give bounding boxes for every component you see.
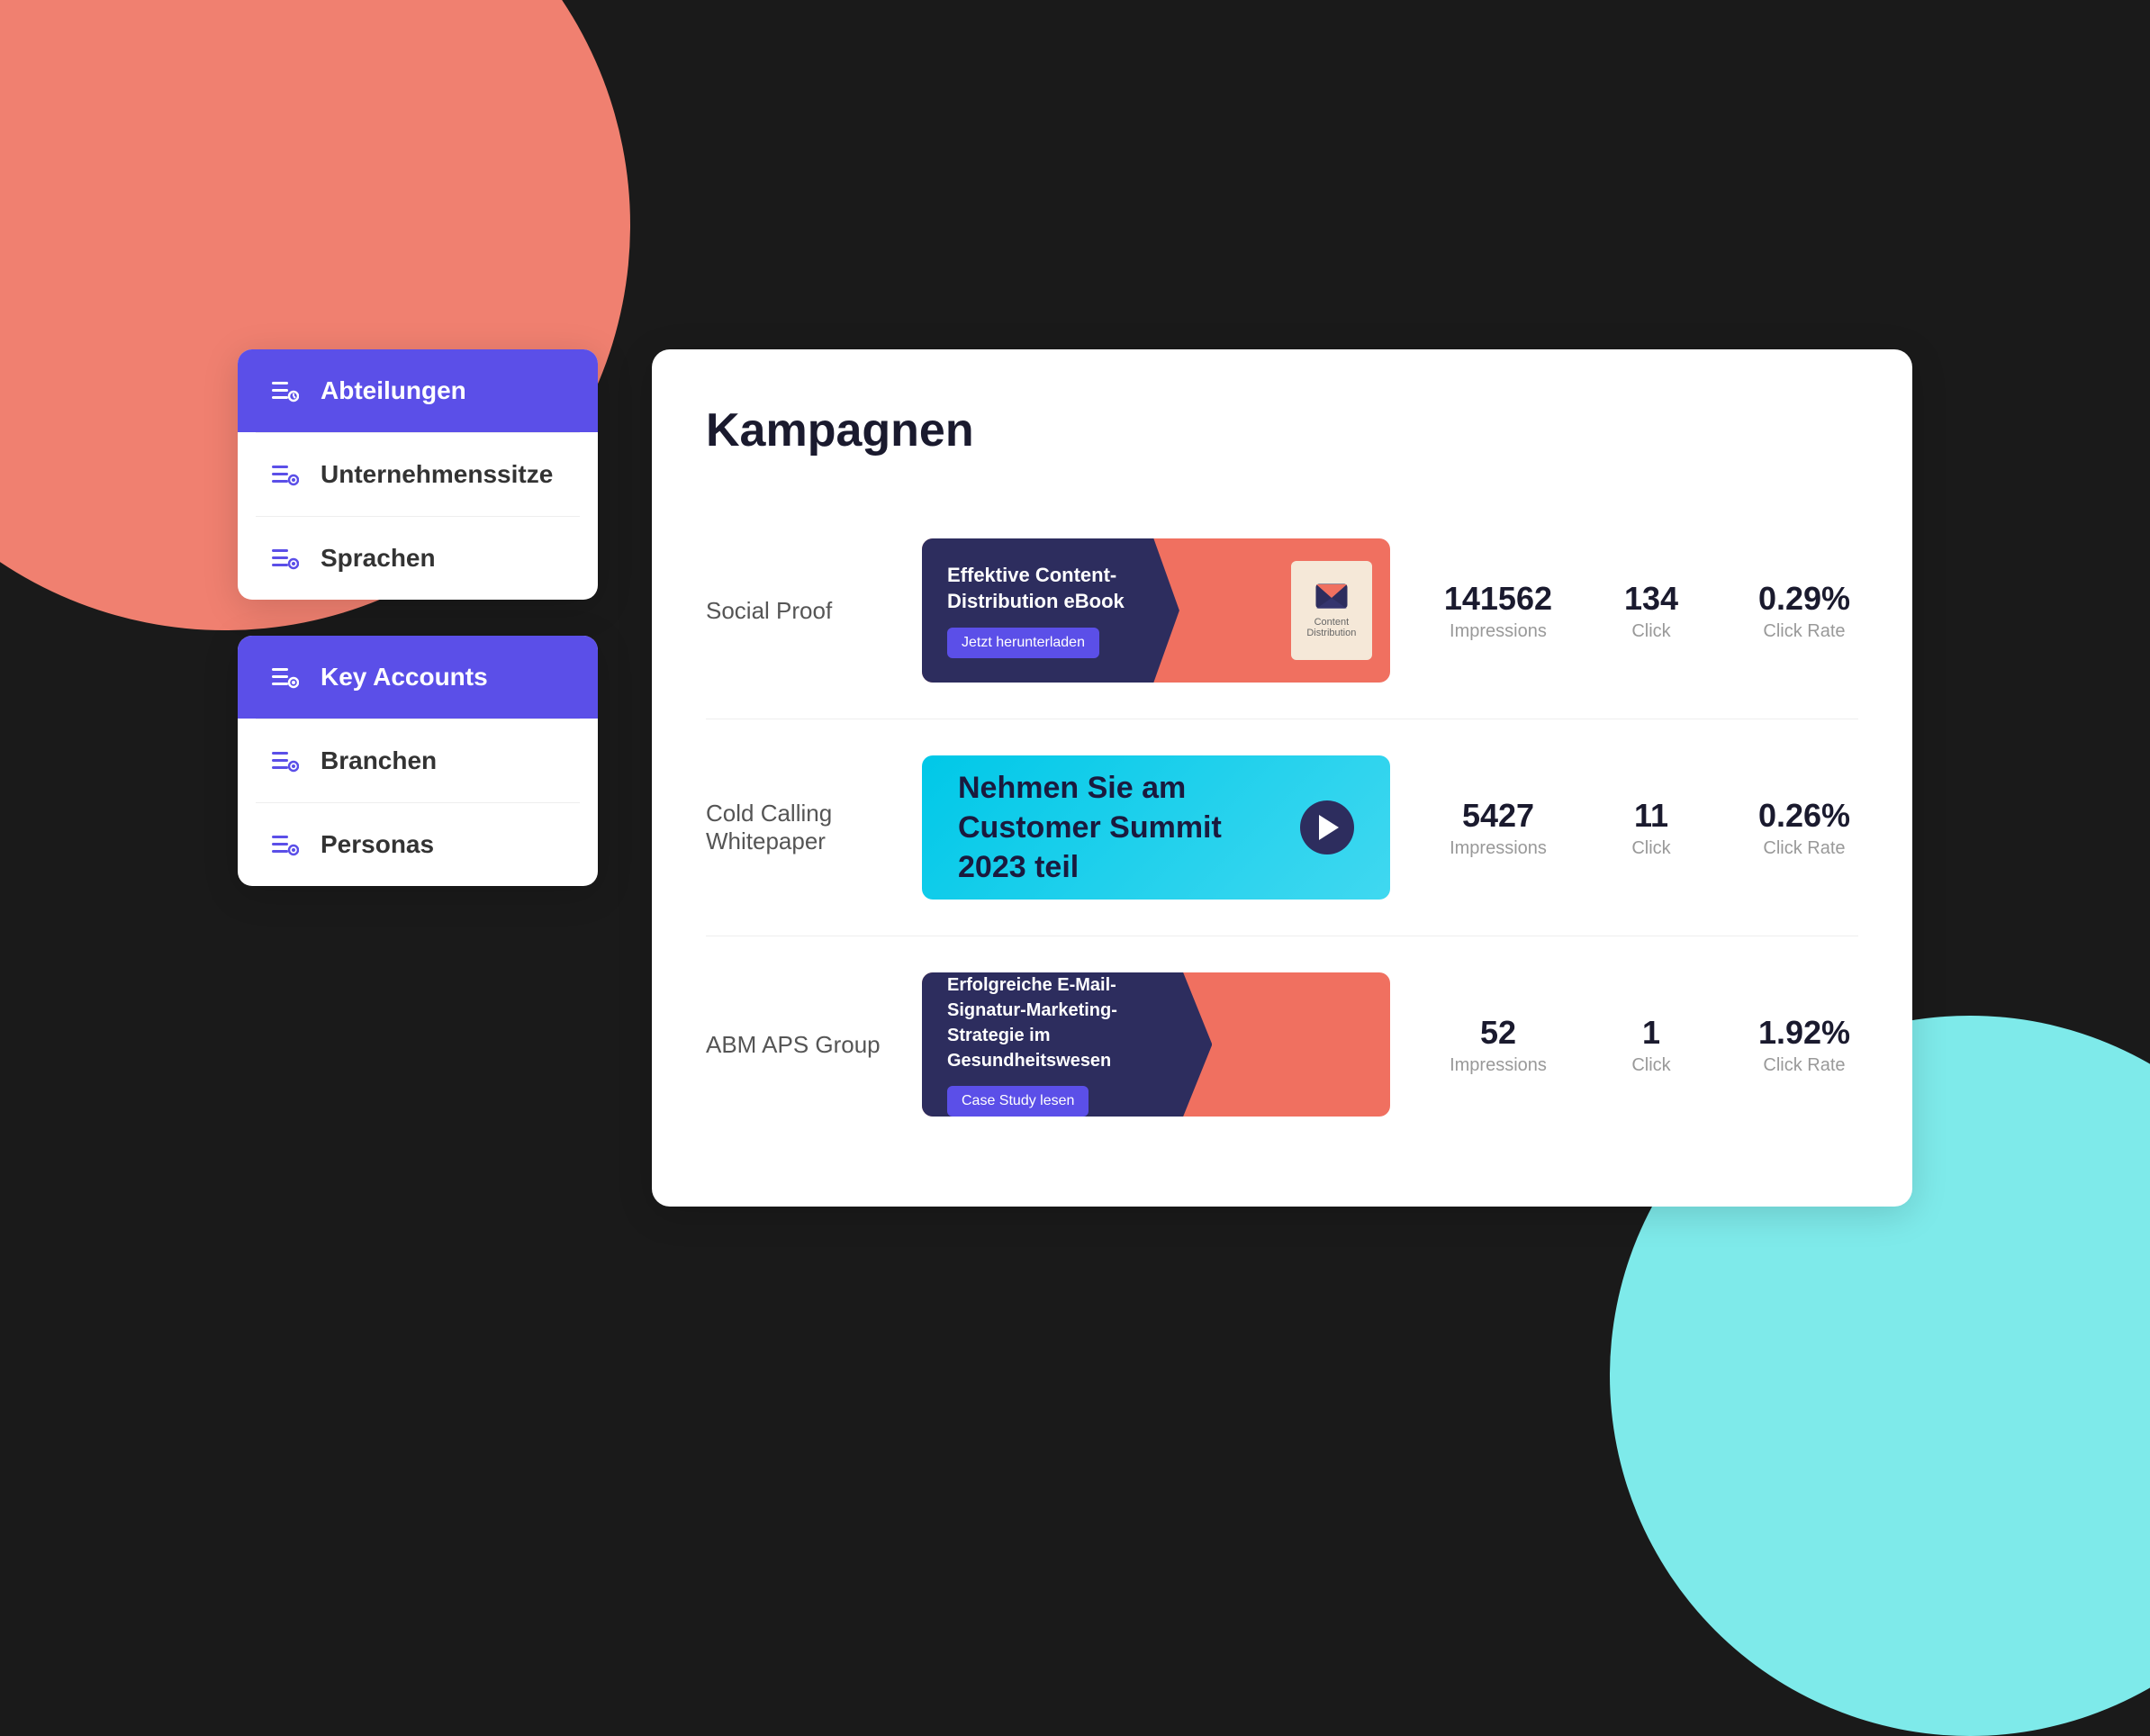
menu-icon-unternehmenssitze xyxy=(270,460,299,489)
menu-icon-branchen xyxy=(270,746,299,775)
sidebar-panel-top: Abteilungen Unternehmenssitze xyxy=(238,349,598,600)
stat-click-abm: 1 Click xyxy=(1597,1014,1705,1076)
envelope-icon xyxy=(1315,583,1348,611)
rate-value-3: 1.92% xyxy=(1750,1014,1858,1052)
sidebar-item-key-accounts[interactable]: Key Accounts xyxy=(238,636,598,719)
sidebar-panels: Abteilungen Unternehmenssitze xyxy=(238,349,598,886)
sidebar-label-abteilungen: Abteilungen xyxy=(321,376,466,405)
campaign-stats-abm: 52 Impressions 1 Click 1.92% Click Rate xyxy=(1444,1014,1858,1076)
impressions-value-2: 5427 xyxy=(1444,797,1552,835)
stat-click-social-proof: 134 Click xyxy=(1597,580,1705,642)
card-left-abm: Erfolgreiche E-Mail-Signatur-Marketing-S… xyxy=(922,972,1212,1117)
card-button-social-proof[interactable]: Jetzt herunterladen xyxy=(947,628,1099,658)
stat-rate-cold-calling: 0.26% Click Rate xyxy=(1750,797,1858,859)
campaign-card-abm[interactable]: Erfolgreiche E-Mail-Signatur-Marketing-S… xyxy=(922,972,1390,1117)
play-button[interactable] xyxy=(1300,800,1354,854)
sidebar-panel-bottom: Key Accounts Branchen xyxy=(238,636,598,886)
sidebar-label-sprachen: Sprachen xyxy=(321,544,436,573)
impressions-label: Impressions xyxy=(1444,621,1552,642)
impressions-label-2: Impressions xyxy=(1444,838,1552,859)
stat-impressions-cold-calling: 5427 Impressions xyxy=(1444,797,1552,859)
rate-label: Click Rate xyxy=(1750,621,1858,642)
impressions-label-3: Impressions xyxy=(1444,1055,1552,1076)
campaign-panel-title: Kampagnen xyxy=(706,403,1858,457)
campaign-type-social-proof: Social Proof xyxy=(706,597,886,625)
campaign-type-cold-calling: Cold Calling Whitepaper xyxy=(706,800,886,855)
click-value-3: 1 xyxy=(1597,1014,1705,1052)
campaign-card-social-proof[interactable]: Effektive Content-Distribution eBook Jet… xyxy=(922,538,1390,683)
click-label-2: Click xyxy=(1597,838,1705,859)
sidebar-item-sprachen[interactable]: Sprachen xyxy=(238,517,598,600)
card-left-social-proof: Effektive Content-Distribution eBook Jet… xyxy=(922,538,1179,683)
card-title-social-proof: Effektive Content-Distribution eBook xyxy=(947,563,1154,614)
card-image-social-proof: Content Distribution xyxy=(1291,561,1372,660)
menu-icon-key-accounts xyxy=(270,663,299,692)
menu-icon-personas xyxy=(270,830,299,859)
campaign-row-abm: ABM APS Group Erfolgreiche E-Mail-Signat… xyxy=(706,936,1858,1153)
click-label-3: Click xyxy=(1597,1055,1705,1076)
campaign-stats-cold-calling: 5427 Impressions 11 Click 0.26% Click Ra… xyxy=(1444,797,1858,859)
campaign-stats-social-proof: 141562 Impressions 134 Click 0.29% Click… xyxy=(1444,580,1858,642)
sidebar-label-unternehmenssitze: Unternehmenssitze xyxy=(321,460,553,489)
play-icon xyxy=(1319,815,1339,840)
stat-impressions-social-proof: 141562 Impressions xyxy=(1444,580,1552,642)
click-value-2: 11 xyxy=(1597,797,1705,835)
sidebar-label-personas: Personas xyxy=(321,830,434,859)
card-image-label: Content Distribution xyxy=(1298,617,1365,638)
rate-value-2: 0.26% xyxy=(1750,797,1858,835)
campaign-row-cold-calling: Cold Calling Whitepaper Nehmen Sie am Cu… xyxy=(706,719,1858,936)
sidebar-item-unternehmenssitze[interactable]: Unternehmenssitze xyxy=(238,433,598,516)
sidebar-label-branchen: Branchen xyxy=(321,746,437,775)
menu-icon-abteilungen xyxy=(270,376,299,405)
menu-icon-sprachen xyxy=(270,544,299,573)
sidebar-item-abteilungen[interactable]: Abteilungen xyxy=(238,349,598,432)
sidebar-item-branchen[interactable]: Branchen xyxy=(238,719,598,802)
campaign-type-abm: ABM APS Group xyxy=(706,1031,886,1059)
stat-impressions-abm: 52 Impressions xyxy=(1444,1014,1552,1076)
card-text-cold-calling: Nehmen Sie am Customer Summit 2023 teil xyxy=(958,768,1273,888)
sidebar-item-personas[interactable]: Personas xyxy=(238,803,598,886)
sidebar-label-key-accounts: Key Accounts xyxy=(321,663,488,692)
card-button-abm[interactable]: Case Study lesen xyxy=(947,1086,1089,1117)
rate-value: 0.29% xyxy=(1750,580,1858,618)
click-label: Click xyxy=(1597,621,1705,642)
stat-rate-abm: 1.92% Click Rate xyxy=(1750,1014,1858,1076)
rate-label-3: Click Rate xyxy=(1750,1055,1858,1076)
click-value: 134 xyxy=(1597,580,1705,618)
stat-click-cold-calling: 11 Click xyxy=(1597,797,1705,859)
stat-rate-social-proof: 0.29% Click Rate xyxy=(1750,580,1858,642)
impressions-value-3: 52 xyxy=(1444,1014,1552,1052)
main-container: Abteilungen Unternehmenssitze xyxy=(238,349,1912,1207)
impressions-value: 141562 xyxy=(1444,580,1552,618)
campaign-card-cold-calling[interactable]: Nehmen Sie am Customer Summit 2023 teil xyxy=(922,755,1390,900)
card-title-abm: Erfolgreiche E-Mail-Signatur-Marketing-S… xyxy=(947,972,1187,1073)
campaign-panel: Kampagnen Social Proof Effektive Content… xyxy=(652,349,1912,1207)
campaign-row-social-proof: Social Proof Effektive Content-Distribut… xyxy=(706,502,1858,719)
rate-label-2: Click Rate xyxy=(1750,838,1858,859)
